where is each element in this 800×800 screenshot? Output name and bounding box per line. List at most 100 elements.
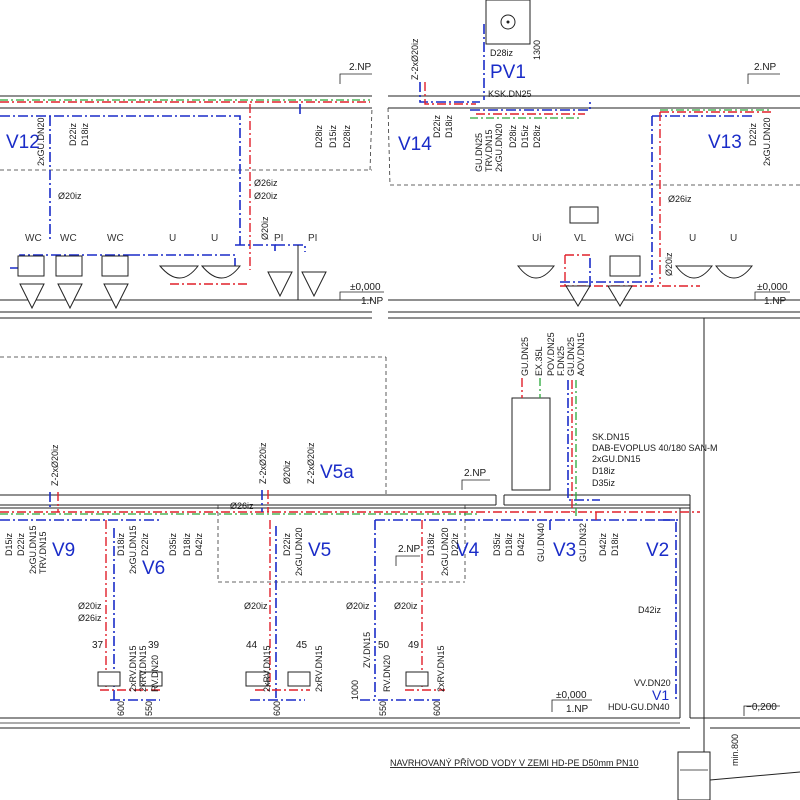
pipe-label: Z-2xØ20iz bbox=[306, 442, 316, 484]
tap-number: 44 bbox=[246, 640, 258, 651]
pipe-label: D42iz bbox=[598, 532, 608, 556]
pipe-label: D22iz bbox=[450, 532, 460, 556]
pipe-label: 2xRV.DN15 bbox=[314, 645, 324, 692]
pipe-label: D28iz bbox=[490, 48, 514, 58]
tap-number: 39 bbox=[148, 640, 160, 651]
pipe-label: GU.DN25 bbox=[474, 133, 484, 172]
pipe-label: D18iz bbox=[592, 466, 616, 476]
riser-v14: V14 bbox=[398, 134, 432, 155]
pipe-label: D18iz bbox=[504, 532, 514, 556]
pipe-label: D35iz bbox=[492, 532, 502, 556]
pipe-label: D22iz bbox=[748, 122, 758, 146]
pipe-label: Ø20iz bbox=[254, 191, 278, 201]
fixture-u-1: U bbox=[169, 233, 176, 244]
dimension: 600 bbox=[272, 701, 282, 716]
pipe-label: RV.DN20 bbox=[382, 655, 392, 692]
level-zero-bottom: ±0,000 bbox=[556, 690, 587, 701]
pipe-label: ZV.DN15 bbox=[362, 632, 372, 668]
labels: 2.NP 2.NP ±0,000 1.NP ±0,000 1.NP 2.NP 2… bbox=[4, 38, 788, 768]
pipe-label: min.800 bbox=[730, 734, 740, 766]
riser-v12: V12 bbox=[6, 132, 40, 153]
fixture-wc-3: WC bbox=[107, 233, 124, 244]
pipe-label: TRV.DN15 bbox=[38, 531, 48, 574]
fixture-vl: VL bbox=[574, 233, 587, 244]
pipe-label: Ø20iz bbox=[260, 216, 270, 240]
pipe-label: 2xRV.DN15 bbox=[262, 645, 272, 692]
riser-v1: V1 bbox=[652, 687, 669, 703]
pipe-label: 1300 bbox=[532, 40, 542, 60]
dimension: 600 bbox=[432, 701, 442, 716]
pipe-label: Ø26iz bbox=[230, 501, 254, 511]
level-minus: −0,200 bbox=[746, 702, 777, 713]
fixture-u-3: U bbox=[689, 233, 696, 244]
fixture-ui: Ui bbox=[532, 233, 541, 244]
pipe-label: GU.DN25 bbox=[566, 337, 576, 376]
dimension: 600 bbox=[116, 701, 126, 716]
pipe-label: Z-2xØ20iz bbox=[410, 38, 420, 80]
pipe-label: 2xRV.DN15 bbox=[436, 645, 446, 692]
pipe-label: Ø20iz bbox=[664, 252, 674, 276]
fixture-wc-2: WC bbox=[60, 233, 77, 244]
level-2np-dash: 2.NP bbox=[398, 544, 421, 555]
riser-v5a: V5a bbox=[320, 462, 354, 483]
pipe-label: EX.35L bbox=[534, 346, 544, 376]
fixtures-upper bbox=[17, 0, 754, 310]
tap-number: 45 bbox=[296, 640, 308, 651]
level-2np-right: 2.NP bbox=[754, 62, 777, 73]
level-zero-left: ±0,000 bbox=[350, 282, 381, 293]
pipe-label: SK.DN15 bbox=[592, 432, 630, 442]
pipe-label: TRV.DN15 bbox=[484, 129, 494, 172]
pipe-label: Ø20iz bbox=[346, 601, 370, 611]
plumbing-schematic: 2.NP 2.NP ±0,000 1.NP ±0,000 1.NP 2.NP 2… bbox=[0, 0, 800, 800]
pipe-label: Z-2xØ20iz bbox=[258, 442, 268, 484]
level-2np-left: 2.NP bbox=[349, 62, 372, 73]
tap-number: 49 bbox=[408, 640, 420, 651]
fixture-pi-1: PI bbox=[274, 233, 283, 244]
fixture-u-2: U bbox=[211, 233, 218, 244]
pipe-label: D35iz bbox=[592, 478, 616, 488]
riser-v6: V6 bbox=[142, 558, 165, 579]
pipe-label: Ø20iz bbox=[58, 191, 82, 201]
pipe-label: F.DN25 bbox=[556, 346, 566, 376]
pipe-label: D18iz bbox=[610, 532, 620, 556]
pipe-label: 2xGU.DN20 bbox=[36, 117, 46, 166]
pipe-label: Ø20iz bbox=[282, 460, 292, 484]
pipe-label: VV.DN20 bbox=[634, 678, 671, 688]
pipe-label: D22iz bbox=[140, 532, 150, 556]
pipe-label: HDU-GU.DN40 bbox=[608, 702, 670, 712]
pipe-label: Ø26iz bbox=[78, 613, 102, 623]
tap-number: 37 bbox=[92, 640, 104, 651]
pipe-label: D18iz bbox=[426, 532, 436, 556]
pipe-network bbox=[0, 24, 772, 701]
pipe-label: D28iz bbox=[342, 124, 352, 148]
pipe-label: D22iz bbox=[432, 114, 442, 138]
pipe-label: 2xRV.DN15 bbox=[138, 645, 148, 692]
riser-v5: V5 bbox=[308, 540, 331, 561]
pipe-label: Ø20iz bbox=[394, 601, 418, 611]
level-2np-mid: 2.NP bbox=[464, 468, 487, 479]
pipe-label: GU.DN32 bbox=[578, 523, 588, 562]
level-1np-right: 1.NP bbox=[764, 296, 787, 307]
pipe-label: D35iz bbox=[168, 532, 178, 556]
riser-pv1: PV1 bbox=[490, 62, 526, 83]
riser-v13: V13 bbox=[708, 132, 742, 153]
pipe-label: 2xGU.DN20 bbox=[494, 123, 504, 172]
pipe-label: 2xGU.DN15 bbox=[28, 525, 38, 574]
pipe-label: Ø20iz bbox=[244, 601, 268, 611]
pipe-label: D18iz bbox=[444, 114, 454, 138]
fixture-wc-1: WC bbox=[25, 233, 42, 244]
level-1np-left: 1.NP bbox=[361, 296, 384, 307]
pipe-label: 2xGU.DN20 bbox=[294, 527, 304, 576]
pipe-label: D22iz bbox=[282, 532, 292, 556]
pipe-label: D42iz bbox=[516, 532, 526, 556]
level-1np-bottom: 1.NP bbox=[566, 704, 589, 715]
dimension: 550 bbox=[378, 701, 388, 716]
pipe-label: GU.DN25 bbox=[520, 337, 530, 376]
pipe-label: Z-2xØ20iz bbox=[50, 444, 60, 486]
pipe-label: RV.DN20 bbox=[150, 655, 160, 692]
pipe-label: D28iz bbox=[314, 124, 324, 148]
riser-v3: V3 bbox=[553, 540, 576, 561]
pipe-label: 2xRV.DN15 bbox=[128, 645, 138, 692]
pipe-label: 2xGU.DN15 bbox=[128, 525, 138, 574]
fixture-wci: WCi bbox=[615, 233, 634, 244]
